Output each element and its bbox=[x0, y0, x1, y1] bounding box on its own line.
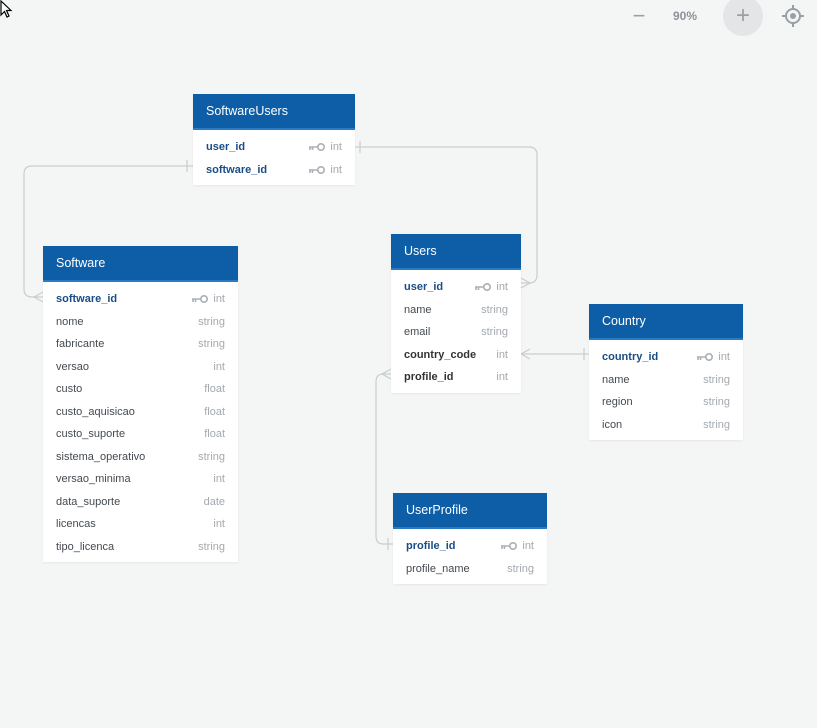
field-row[interactable]: custo_suporte float bbox=[43, 423, 238, 446]
field-row[interactable]: licencas int bbox=[43, 513, 238, 536]
field-row[interactable]: country_code int bbox=[391, 344, 521, 367]
field-row[interactable]: profile_id int bbox=[393, 535, 547, 558]
field-name: fabricante bbox=[56, 338, 105, 351]
field-name: name bbox=[404, 303, 432, 316]
table-title[interactable]: SoftwareUsers bbox=[193, 94, 355, 130]
field-type: float bbox=[204, 405, 225, 418]
table-country[interactable]: Country country_id int name string region… bbox=[589, 304, 743, 440]
field-type: int bbox=[496, 281, 508, 294]
field-type: string bbox=[703, 396, 730, 409]
field-type: string bbox=[198, 315, 225, 328]
field-row[interactable]: profile_name string bbox=[393, 558, 547, 581]
field-name: country_id bbox=[602, 351, 659, 364]
field-row[interactable]: software_id int bbox=[193, 159, 355, 182]
field-name: tipo_licenca bbox=[56, 540, 115, 553]
field-name: user_id bbox=[206, 141, 246, 154]
table-title[interactable]: Country bbox=[589, 304, 743, 340]
field-type: int bbox=[718, 351, 730, 364]
field-type: string bbox=[481, 326, 508, 339]
field-name: custo_suporte bbox=[56, 428, 126, 441]
field-row[interactable]: software_id int bbox=[43, 288, 238, 311]
field-type: date bbox=[203, 495, 225, 508]
table-title[interactable]: Software bbox=[43, 246, 238, 282]
table-users[interactable]: Users user_id int name string email string… bbox=[391, 234, 521, 393]
field-row[interactable]: profile_id int bbox=[391, 366, 521, 389]
field-name: software_id bbox=[56, 293, 118, 306]
field-type: int bbox=[330, 141, 342, 154]
field-row[interactable]: region string bbox=[589, 391, 743, 414]
field-name: sistema_operativo bbox=[56, 450, 146, 463]
key-icon bbox=[309, 165, 326, 174]
field-row[interactable]: custo float bbox=[43, 378, 238, 401]
field-name: country_code bbox=[404, 348, 477, 361]
field-type: int bbox=[522, 540, 534, 553]
field-row[interactable]: email string bbox=[391, 321, 521, 344]
key-icon bbox=[309, 143, 326, 152]
field-type: int bbox=[213, 473, 225, 486]
field-name: email bbox=[404, 326, 431, 339]
field-row[interactable]: name string bbox=[391, 299, 521, 322]
field-type: string bbox=[703, 418, 730, 431]
field-name: versao_minima bbox=[56, 473, 131, 486]
field-type: float bbox=[204, 428, 225, 441]
field-type: int bbox=[496, 371, 508, 384]
field-type: string bbox=[703, 373, 730, 386]
key-icon bbox=[192, 295, 209, 304]
field-name: software_id bbox=[206, 163, 268, 176]
table-title[interactable]: UserProfile bbox=[393, 493, 547, 529]
field-name: versao bbox=[56, 360, 90, 373]
field-name: custo bbox=[56, 383, 83, 396]
field-row[interactable]: country_id int bbox=[589, 346, 743, 369]
field-row[interactable]: versao int bbox=[43, 356, 238, 379]
field-name: licencas bbox=[56, 518, 96, 531]
field-type: string bbox=[507, 562, 534, 575]
field-row[interactable]: versao_minima int bbox=[43, 468, 238, 491]
field-row[interactable]: nome string bbox=[43, 311, 238, 334]
field-row[interactable]: user_id int bbox=[193, 136, 355, 159]
field-name: profile_id bbox=[406, 540, 456, 553]
table-softwareusers[interactable]: SoftwareUsers user_id int software_id in… bbox=[193, 94, 355, 185]
field-name: user_id bbox=[404, 281, 444, 294]
field-row[interactable]: custo_aquisicao float bbox=[43, 401, 238, 424]
connector-profile bbox=[375, 373, 393, 545]
field-type: int bbox=[213, 293, 225, 306]
field-type: int bbox=[496, 348, 508, 361]
field-row[interactable]: data_suporte date bbox=[43, 491, 238, 514]
table-title[interactable]: Users bbox=[391, 234, 521, 270]
key-icon bbox=[697, 353, 714, 362]
field-type: string bbox=[481, 303, 508, 316]
field-row[interactable]: user_id int bbox=[391, 276, 521, 299]
field-type: int bbox=[330, 163, 342, 176]
field-row[interactable]: icon string bbox=[589, 414, 743, 437]
field-name: icon bbox=[602, 418, 623, 431]
key-icon bbox=[501, 542, 518, 551]
table-software[interactable]: Software software_id int nome string fabr… bbox=[43, 246, 238, 562]
field-name: custo_aquisicao bbox=[56, 405, 135, 418]
field-type: float bbox=[204, 383, 225, 396]
field-type: int bbox=[213, 360, 225, 373]
field-type: string bbox=[198, 540, 225, 553]
field-name: profile_name bbox=[406, 562, 470, 575]
field-type: string bbox=[198, 338, 225, 351]
field-row[interactable]: tipo_licenca string bbox=[43, 536, 238, 559]
field-name: data_suporte bbox=[56, 495, 121, 508]
field-type: string bbox=[198, 450, 225, 463]
field-name: profile_id bbox=[404, 371, 454, 384]
field-name: region bbox=[602, 396, 633, 409]
key-icon bbox=[475, 283, 492, 292]
field-name: nome bbox=[56, 315, 84, 328]
field-type: int bbox=[213, 518, 225, 531]
field-name: name bbox=[602, 373, 630, 386]
table-userprofile[interactable]: UserProfile profile_id int profile_name s… bbox=[393, 493, 547, 584]
field-row[interactable]: fabricante string bbox=[43, 333, 238, 356]
field-row[interactable]: sistema_operativo string bbox=[43, 446, 238, 469]
field-row[interactable]: name string bbox=[589, 369, 743, 392]
